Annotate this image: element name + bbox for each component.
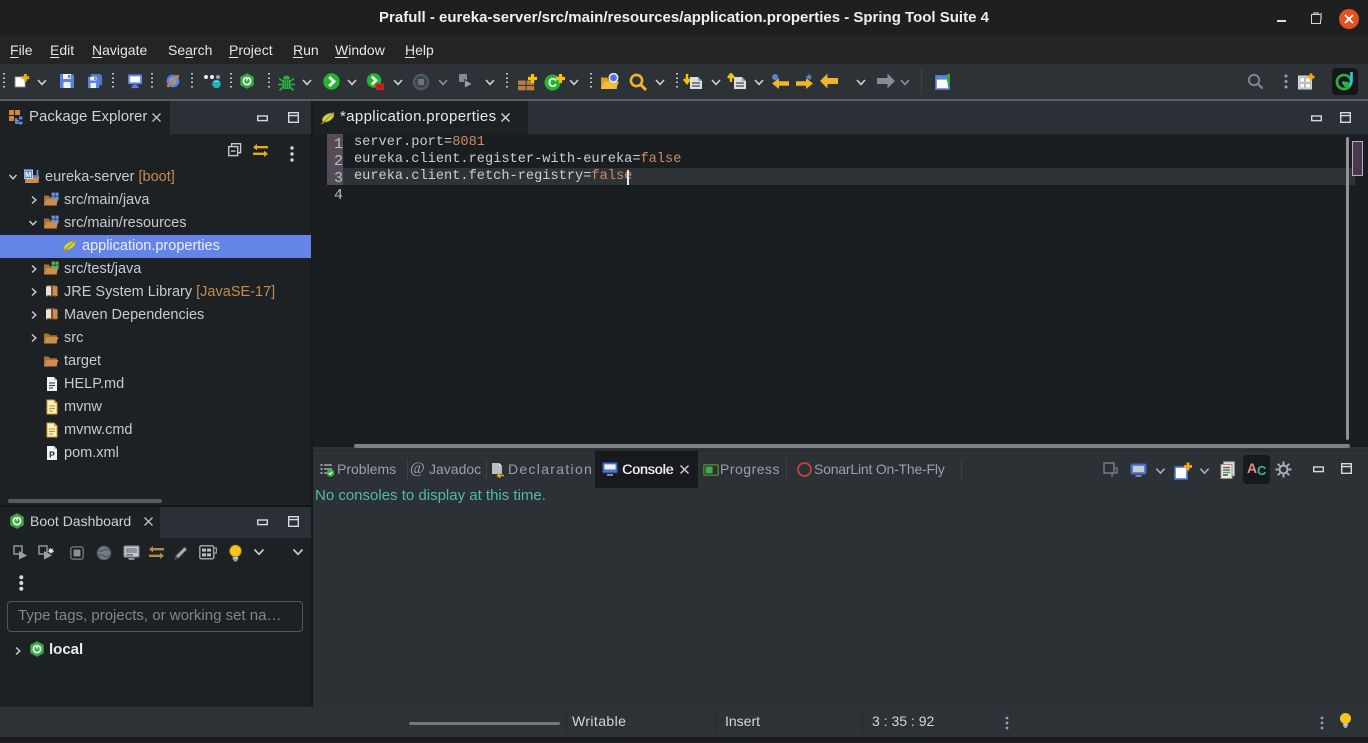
svg-text:P: P: [49, 450, 55, 460]
svg-text:M: M: [25, 170, 31, 179]
svg-text:C: C: [548, 76, 557, 90]
